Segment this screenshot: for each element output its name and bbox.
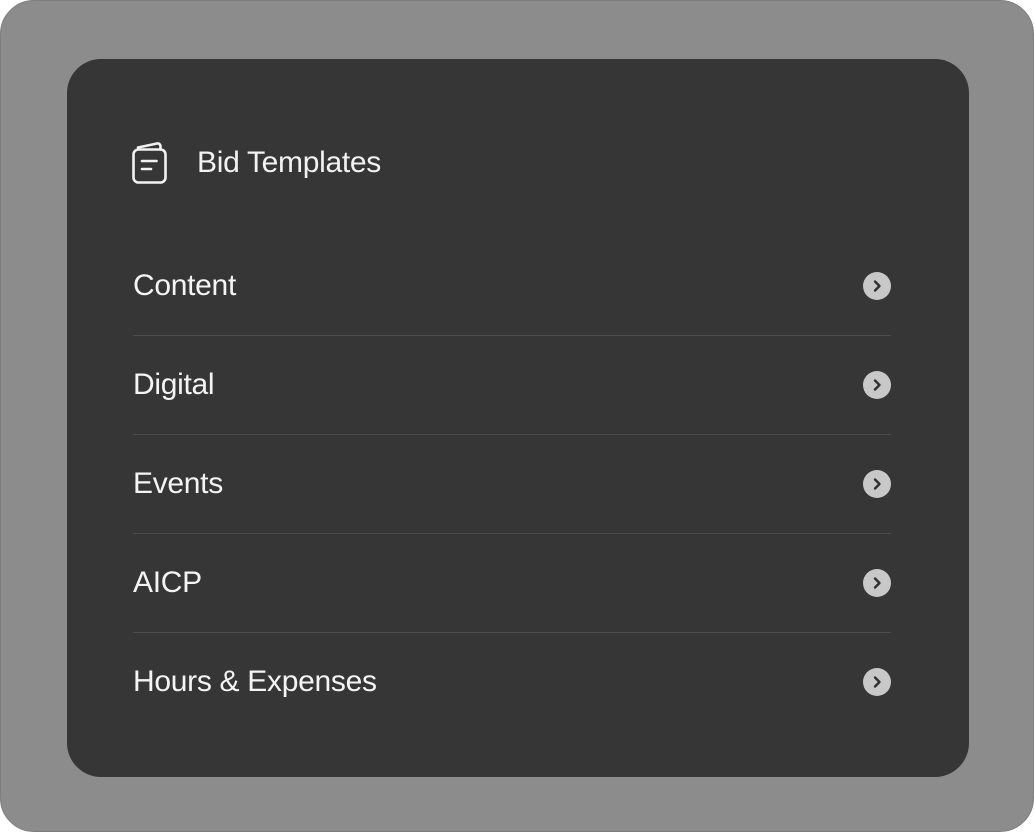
menu-item-label: Hours & Expenses — [133, 665, 377, 698]
menu-item-hours-expenses[interactable]: Hours & Expenses — [133, 632, 891, 731]
menu-item-content[interactable]: Content — [133, 237, 891, 335]
menu-item-label: Digital — [133, 368, 215, 401]
chevron-right-icon[interactable] — [863, 272, 891, 300]
template-menu-list: Content Digital Events AICP Hours & Expe… — [133, 237, 891, 731]
panel-header: Bid Templates — [131, 141, 381, 185]
menu-item-digital[interactable]: Digital — [133, 335, 891, 434]
panel-title: Bid Templates — [197, 146, 381, 179]
menu-item-aicp[interactable]: AICP — [133, 533, 891, 632]
document-icon — [132, 142, 167, 184]
chevron-right-icon[interactable] — [863, 569, 891, 597]
menu-item-events[interactable]: Events — [133, 434, 891, 533]
menu-item-label: AICP — [133, 566, 202, 599]
menu-item-label: Events — [133, 467, 223, 500]
chevron-right-icon[interactable] — [863, 668, 891, 696]
outer-frame: Bid Templates Content Digital Events AIC… — [0, 0, 1034, 832]
chevron-right-icon[interactable] — [863, 371, 891, 399]
menu-item-label: Content — [133, 269, 236, 302]
chevron-right-icon[interactable] — [863, 470, 891, 498]
bid-templates-panel: Bid Templates Content Digital Events AIC… — [67, 59, 969, 777]
